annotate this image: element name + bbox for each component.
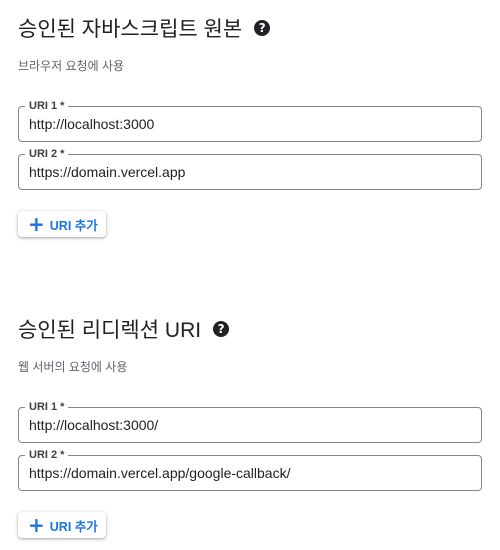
redirect-uri-2-value[interactable]: https://domain.vercel.app/google-callbac… <box>29 465 290 481</box>
redirects-description: 웹 서버의 요청에 사용 <box>18 360 128 374</box>
origin-uri-1-label: URI 1 * <box>25 99 69 113</box>
origin-uri-2-value[interactable]: https://domain.vercel.app <box>29 164 185 180</box>
origin-uri-1-value[interactable]: http://localhost:3000 <box>29 116 154 132</box>
origins-section-title: 승인된 자바스크립트 원본 ? <box>18 13 271 43</box>
add-redirect-uri-label: URI 추가 <box>49 519 98 534</box>
origin-uri-1-field[interactable]: URI 1 * http://localhost:3000 <box>18 99 482 142</box>
plus-icon: + <box>28 211 45 236</box>
origin-uri-2-field[interactable]: URI 2 * https://domain.vercel.app <box>18 147 482 190</box>
redirect-uri-2-label: URI 2 * <box>25 448 69 462</box>
plus-icon: + <box>28 512 45 537</box>
origins-title-text: 승인된 자바스크립트 원본 <box>18 18 243 41</box>
redirects-title-text: 승인된 리디렉션 URI <box>18 319 202 342</box>
redirect-uri-1-label: URI 1 * <box>25 400 69 414</box>
redirect-uri-1-field[interactable]: URI 1 * http://localhost:3000/ <box>18 400 482 443</box>
add-origin-uri-label: URI 추가 <box>49 218 98 233</box>
add-origin-uri-button[interactable]: + URI 추가 <box>18 211 106 237</box>
redirects-section-title: 승인된 리디렉션 URI ? <box>18 314 230 344</box>
origins-description: 브라우저 요청에 사용 <box>18 59 125 73</box>
origin-uri-2-label: URI 2 * <box>25 147 69 161</box>
redirect-uri-2-field[interactable]: URI 2 * https://domain.vercel.app/google… <box>18 448 482 491</box>
help-circle-icon[interactable]: ? <box>254 20 271 36</box>
redirect-uri-1-value[interactable]: http://localhost:3000/ <box>29 417 158 433</box>
add-redirect-uri-button[interactable]: + URI 추가 <box>18 512 106 538</box>
oauth-client-uris-panel: 승인된 자바스크립트 원본 ? 브라우저 요청에 사용 URI 1 * http… <box>0 0 500 550</box>
help-circle-icon[interactable]: ? <box>213 321 230 337</box>
